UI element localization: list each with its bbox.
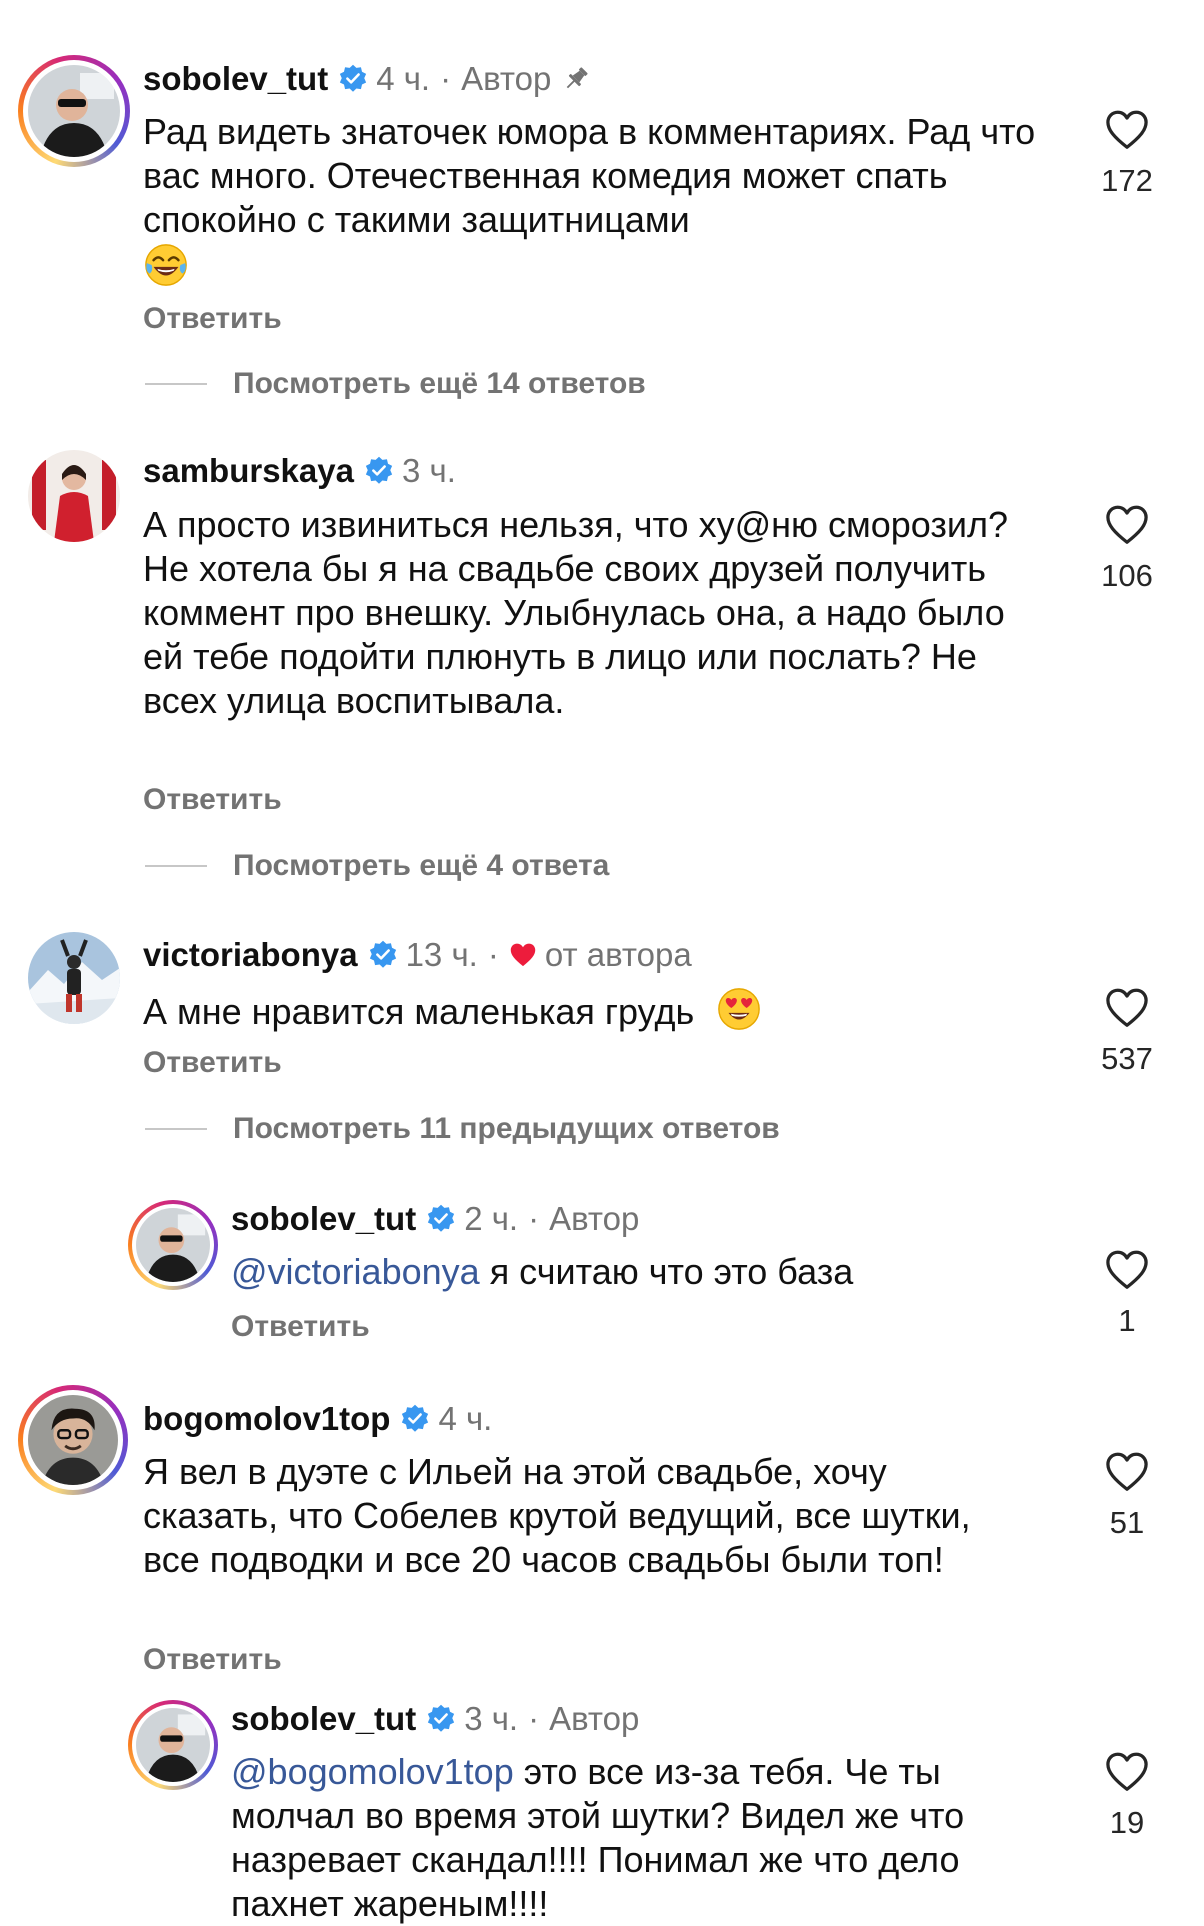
separator-dot: · [528, 1200, 540, 1237]
heart-outline-icon[interactable] [1105, 505, 1149, 545]
username[interactable]: sobolev_tut [231, 1200, 416, 1238]
comment: bogomolov1top 4 ч. Я вел в дуэте с Ильей… [0, 1360, 1204, 1690]
avatar [136, 1208, 210, 1282]
view-more-replies-label: Посмотреть ещё 14 ответов [233, 367, 646, 400]
avatar [28, 450, 120, 542]
like-count: 19 [1109, 1805, 1145, 1840]
comment-text: @victoriabonya я считаю что это база [231, 1250, 1031, 1294]
like-control: 537 [1082, 988, 1172, 1077]
view-more-replies[interactable]: Посмотреть 11 предыдущих ответов [145, 1112, 780, 1146]
timestamp: 3 ч. [464, 1700, 519, 1737]
divider-line [145, 1128, 207, 1130]
smiling-face-with-heart-eyes-emoji-icon [716, 986, 762, 1032]
avatar-story-ring[interactable] [128, 1200, 218, 1290]
separator-dot: · [528, 1700, 540, 1737]
comment-text-content: Рад видеть знаточек юмора в комментариях… [143, 111, 1036, 240]
like-control: 172 [1082, 110, 1172, 199]
comment-text: Рад видеть знаточек юмора в комментариях… [143, 110, 1043, 290]
avatar [28, 1395, 118, 1485]
reply-button[interactable]: Ответить [143, 1643, 282, 1677]
avatar [28, 65, 120, 157]
username[interactable]: bogomolov1top [143, 1400, 390, 1438]
reply-button[interactable]: Ответить [231, 1310, 370, 1344]
comment: victoriabonya 13 ч. · от автора А мне нр… [0, 880, 1204, 1170]
pin-icon [561, 64, 591, 94]
comment-text: Я вел в дуэте с Ильей на этой свадьбе, х… [143, 1451, 971, 1580]
comment-text-content: я считаю что это база [489, 1251, 854, 1292]
heart-outline-icon[interactable] [1105, 1452, 1149, 1492]
comment-text: А мне нравится маленькая грудь [143, 986, 1023, 1034]
view-more-replies[interactable]: Посмотреть ещё 14 ответов [145, 367, 646, 401]
like-count: 537 [1101, 1041, 1153, 1076]
heart-outline-icon[interactable] [1105, 988, 1149, 1028]
comment-text: @bogomolov1top это все из-за тебя. Че ты… [231, 1750, 1061, 1926]
author-tag: Автор [461, 60, 552, 97]
timestamp: 2 ч. [464, 1200, 519, 1237]
verified-badge-icon [426, 1704, 456, 1734]
author-tag: Автор [549, 1200, 640, 1237]
verified-badge-icon [364, 456, 394, 486]
avatar-story-ring[interactable] [18, 55, 130, 167]
avatar-frame[interactable] [28, 450, 120, 542]
author-tag: Автор [549, 1700, 640, 1737]
verified-badge-icon [400, 1404, 430, 1434]
view-more-replies-label: Посмотреть ещё 4 ответа [233, 849, 610, 882]
separator-dot: · [487, 936, 499, 973]
face-with-tears-of-joy-emoji-icon [143, 242, 189, 288]
like-control: 106 [1082, 505, 1172, 594]
divider-line [145, 865, 207, 867]
reply-button[interactable]: Ответить [143, 783, 282, 817]
liked-by-author-label: от автора [544, 936, 692, 973]
timestamp: 4 ч. [438, 1400, 493, 1437]
like-control: 19 [1082, 1752, 1172, 1841]
comment-text-content: А мне нравится маленькая грудь [143, 991, 695, 1032]
reply-button[interactable]: Ответить [143, 302, 282, 336]
username[interactable]: samburskaya [143, 452, 354, 490]
verified-badge-icon [368, 940, 398, 970]
avatar-story-ring[interactable] [18, 1385, 128, 1495]
username[interactable]: sobolev_tut [143, 60, 328, 98]
reply-comment: sobolev_tut 3 ч. · Автор @bogomolov1top … [0, 1690, 1204, 1924]
like-count: 51 [1109, 1505, 1145, 1540]
avatar-story-ring[interactable] [128, 1700, 218, 1790]
like-count: 106 [1101, 558, 1153, 593]
verified-badge-icon [426, 1204, 456, 1234]
timestamp: 4 ч. [376, 60, 431, 97]
view-more-replies-label: Посмотреть 11 предыдущих ответов [233, 1112, 780, 1145]
like-count: 1 [1118, 1303, 1136, 1338]
reply-comment: sobolev_tut 2 ч. · Автор @victoriabonya … [0, 1170, 1204, 1360]
avatar [28, 932, 120, 1024]
timestamp: 13 ч. [405, 936, 478, 973]
heart-outline-icon[interactable] [1105, 110, 1149, 150]
like-control: 51 [1082, 1452, 1172, 1541]
like-count: 172 [1101, 163, 1153, 198]
separator-dot: · [440, 60, 452, 97]
mention-link[interactable]: @victoriabonya [231, 1251, 480, 1292]
comment-text: А просто извиниться нельзя, что ху@ню см… [143, 504, 1009, 721]
heart-outline-icon[interactable] [1105, 1250, 1149, 1290]
reply-button[interactable]: Ответить [143, 1046, 282, 1080]
comment: sobolev_tut 4 ч. · Автор Рад видеть знат… [0, 0, 1204, 400]
username[interactable]: sobolev_tut [231, 1700, 416, 1738]
avatar [136, 1708, 210, 1782]
timestamp: 3 ч. [401, 452, 456, 489]
heart-filled-icon [509, 942, 537, 968]
divider-line [145, 383, 207, 385]
view-more-replies[interactable]: Посмотреть ещё 4 ответа [145, 849, 609, 883]
avatar-frame[interactable] [28, 932, 120, 1024]
mention-link[interactable]: @bogomolov1top [231, 1751, 514, 1792]
verified-badge-icon [338, 64, 368, 94]
username[interactable]: victoriabonya [143, 936, 358, 974]
heart-outline-icon[interactable] [1105, 1752, 1149, 1792]
like-control: 1 [1082, 1250, 1172, 1339]
comment: samburskaya 3 ч. А просто извиниться нел… [0, 400, 1204, 883]
